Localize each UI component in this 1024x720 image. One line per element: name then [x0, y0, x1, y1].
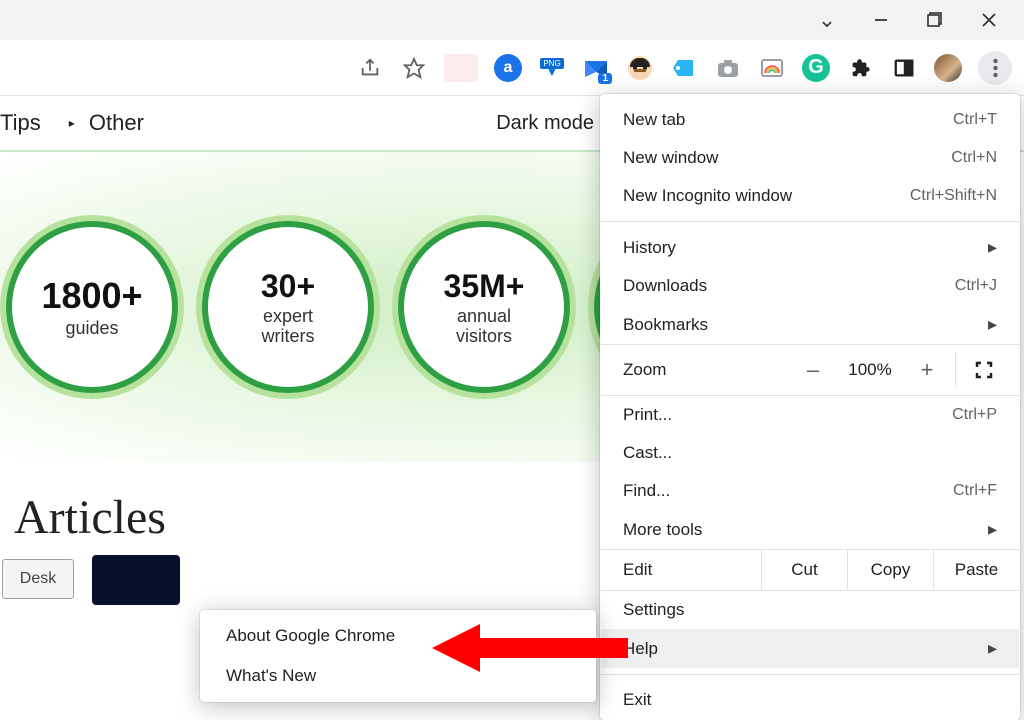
menu-separator — [601, 674, 1019, 675]
zoom-out-button[interactable]: – — [785, 353, 841, 387]
chevron-right-icon: ▸ — [988, 237, 997, 258]
nav-tips[interactable]: Tips — [0, 110, 41, 136]
menu-settings[interactable]: Settings — [601, 591, 1019, 629]
menu-zoom: Zoom – 100% + — [601, 344, 1019, 396]
extension-avatar-icon[interactable] — [626, 54, 654, 82]
fullscreen-button[interactable] — [955, 353, 1011, 387]
extension-a-icon[interactable]: a — [494, 54, 522, 82]
stat-num: 1800+ — [41, 275, 142, 317]
stat-writers: 30+ expert writers — [206, 225, 370, 389]
card-desk[interactable]: Desk — [2, 559, 74, 599]
menu-edit-label: Edit — [601, 550, 761, 590]
menu-separator — [601, 221, 1019, 222]
annotation-arrow-icon — [432, 618, 632, 678]
stat-num: 35M+ — [444, 268, 525, 305]
more-menu-button[interactable] — [978, 51, 1012, 85]
extension-rainbow-icon[interactable] — [758, 54, 786, 82]
stat-num: 30+ — [261, 268, 315, 305]
chevron-right-icon: ▸ — [988, 519, 997, 540]
menu-exit[interactable]: Exit — [601, 681, 1019, 719]
nav-tips-label: Tips — [0, 110, 41, 136]
zoom-value: 100% — [841, 360, 899, 380]
extension-camera-icon[interactable] — [714, 54, 742, 82]
share-icon[interactable] — [356, 54, 384, 82]
menu-find[interactable]: Find... Ctrl+F — [601, 472, 1019, 510]
menu-bookmarks[interactable]: Bookmarks ▸ — [601, 305, 1019, 344]
chevron-right-icon: ▸ — [988, 638, 997, 659]
sidepanel-icon[interactable] — [890, 54, 918, 82]
edit-paste-button[interactable]: Paste — [933, 550, 1019, 590]
menu-help[interactable]: Help ▸ — [601, 629, 1019, 668]
zoom-in-button[interactable]: + — [899, 353, 955, 387]
tab-chevron-icon[interactable]: ⌄ — [812, 5, 842, 35]
card-image[interactable] — [92, 555, 180, 605]
menu-history[interactable]: History ▸ — [601, 228, 1019, 267]
menu-more-tools[interactable]: More tools ▸ — [601, 510, 1019, 549]
menu-new-incognito[interactable]: New Incognito window Ctrl+Shift+N — [601, 177, 1019, 215]
extension-grammarly-icon[interactable]: G — [802, 54, 830, 82]
extension-png-icon[interactable]: PNG ▼ — [538, 54, 566, 82]
window-titlebar: ⌄ — [0, 0, 1024, 40]
edit-cut-button[interactable]: Cut — [761, 550, 847, 590]
stat-guides: 1800+ guides — [10, 225, 174, 389]
chrome-main-menu: New tab Ctrl+T New window Ctrl+N New Inc… — [600, 94, 1020, 720]
menu-new-window[interactable]: New window Ctrl+N — [601, 139, 1019, 177]
menu-new-tab[interactable]: New tab Ctrl+T — [601, 101, 1019, 139]
minimize-button[interactable] — [866, 5, 896, 35]
menu-edit-row: Edit Cut Copy Paste — [601, 549, 1019, 591]
darkmode-label: Dark mode — [496, 112, 594, 134]
edit-copy-button[interactable]: Copy — [847, 550, 933, 590]
profile-avatar[interactable] — [934, 54, 962, 82]
chevron-right-icon: ▸ — [988, 314, 997, 335]
extension-tag-icon[interactable] — [670, 54, 698, 82]
stat-visitors: 35M+ annual visitors — [402, 225, 566, 389]
menu-cast[interactable]: Cast... — [601, 434, 1019, 472]
stat-label: guides — [65, 319, 118, 339]
extensions-puzzle-icon[interactable] — [846, 54, 874, 82]
menu-print[interactable]: Print... Ctrl+P — [601, 396, 1019, 434]
menu-downloads[interactable]: Downloads Ctrl+J — [601, 267, 1019, 305]
stat-label: annual visitors — [456, 307, 512, 347]
close-button[interactable] — [974, 5, 1004, 35]
maximize-button[interactable] — [920, 5, 950, 35]
extension-1-icon[interactable] — [444, 54, 478, 82]
extension-mail-icon[interactable]: 1 — [582, 54, 610, 82]
nav-other-label: Other — [89, 110, 144, 136]
chevron-down-icon: ▸ — [69, 116, 75, 130]
darkmode-toggle[interactable]: Dark mode — [496, 112, 594, 135]
browser-toolbar: a PNG ▼ 1 G — [0, 40, 1024, 96]
stat-label: expert writers — [262, 307, 315, 347]
nav-other[interactable]: ▸ Other — [69, 110, 144, 136]
bookmark-star-icon[interactable] — [400, 54, 428, 82]
